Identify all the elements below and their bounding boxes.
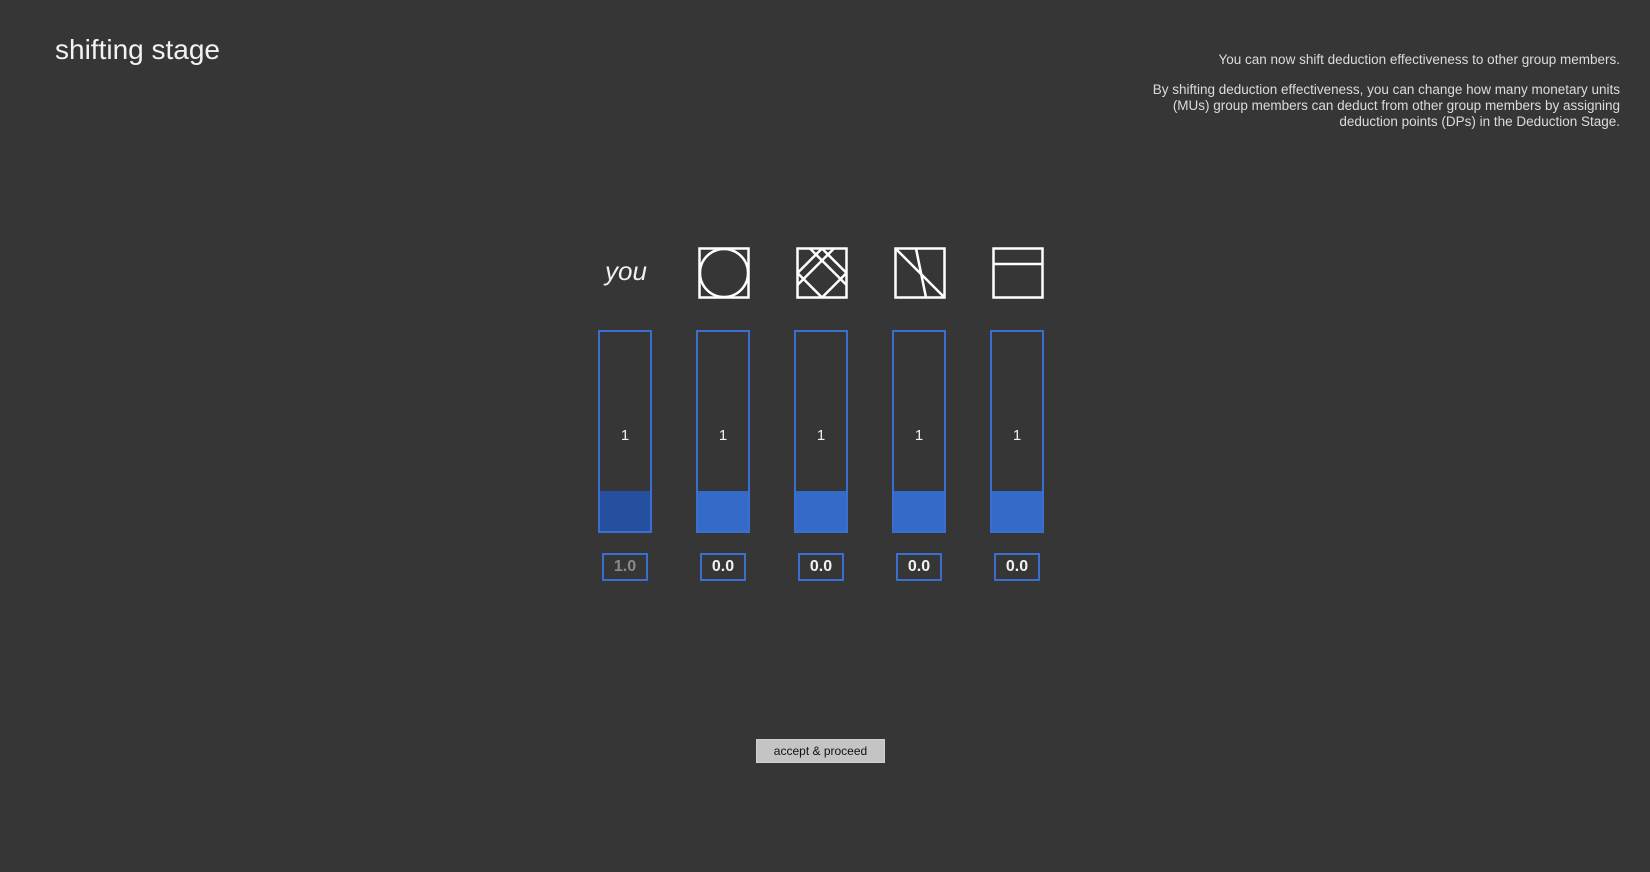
- diamond-cross-symbol-icon: [796, 247, 848, 299]
- bar-fill: [698, 491, 748, 531]
- shifting-stage-screen: shifting stage You can now shift deducti…: [0, 0, 1650, 872]
- instruction-line-1: You can now shift deduction effectivenes…: [1218, 52, 1621, 67]
- shift-value-field-diagonal-lines[interactable]: 0.0: [896, 553, 942, 581]
- instructions-panel: You can now shift deduction effectivenes…: [1120, 52, 1620, 144]
- page-title: shifting stage: [55, 34, 220, 65]
- effectiveness-bar-horizontal-line[interactable]: 1: [990, 330, 1044, 533]
- circle-symbol-icon: [698, 247, 750, 299]
- bar-fill: [992, 491, 1042, 531]
- bar-fill: [600, 491, 650, 531]
- bar-fill: [894, 491, 944, 531]
- diagonal-lines-symbol-icon: [894, 247, 946, 299]
- bar-fill: [796, 491, 846, 531]
- shift-value-field-circle[interactable]: 0.0: [700, 553, 746, 581]
- accept-proceed-button[interactable]: accept & proceed: [756, 739, 885, 763]
- bar-value-label: 1: [816, 427, 826, 444]
- bar-value-label: 1: [620, 427, 630, 444]
- bar-value-label: 1: [914, 427, 924, 444]
- effectiveness-bar-diamond-cross[interactable]: 1: [794, 330, 848, 533]
- bar-value-label: 1: [718, 427, 728, 444]
- instruction-line-2: By shifting deduction effectiveness, you…: [1152, 82, 1620, 129]
- bar-value-label: 1: [1012, 427, 1022, 444]
- shift-value-field-diamond-cross[interactable]: 0.0: [798, 553, 844, 581]
- horizontal-line-symbol-icon: [992, 247, 1044, 299]
- effectiveness-bar-diagonal-lines[interactable]: 1: [892, 330, 946, 533]
- effectiveness-bar-you[interactable]: 1: [598, 330, 652, 533]
- effectiveness-bar-circle[interactable]: 1: [696, 330, 750, 533]
- shift-value-field-you: 1.0: [602, 553, 648, 581]
- shift-value-field-horizontal-line[interactable]: 0.0: [994, 553, 1040, 581]
- you-label: you: [605, 256, 647, 286]
